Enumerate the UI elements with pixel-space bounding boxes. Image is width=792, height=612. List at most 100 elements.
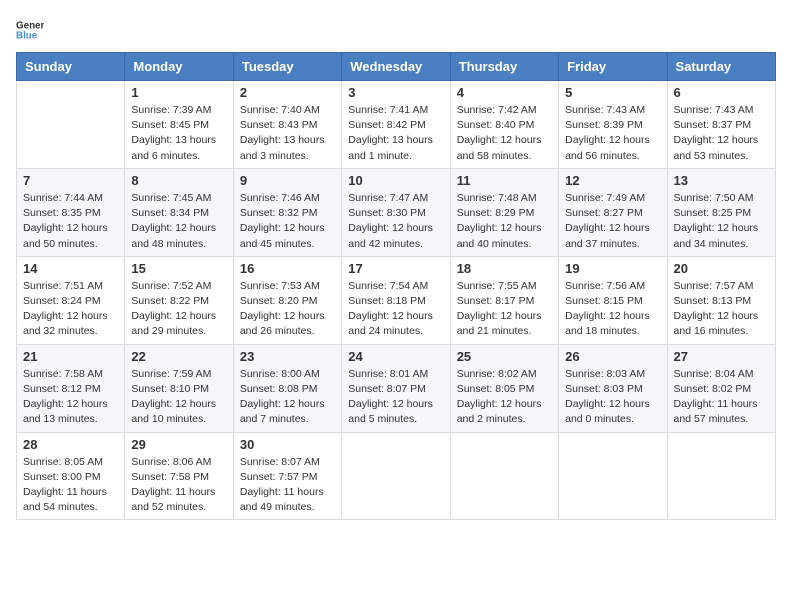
calendar-cell: 8 Sunrise: 7:45 AM Sunset: 8:34 PM Daylig… <box>125 168 233 256</box>
calendar-cell: 2 Sunrise: 7:40 AM Sunset: 8:43 PM Daylig… <box>233 81 341 169</box>
day-number: 15 <box>131 261 226 276</box>
day-number: 29 <box>131 437 226 452</box>
day-info: Sunrise: 7:46 AM Sunset: 8:32 PM Dayligh… <box>240 191 335 252</box>
calendar-cell: 24 Sunrise: 8:01 AM Sunset: 8:07 PM Dayli… <box>342 344 450 432</box>
day-info: Sunrise: 7:42 AM Sunset: 8:40 PM Dayligh… <box>457 103 552 164</box>
day-info: Sunrise: 7:45 AM Sunset: 8:34 PM Dayligh… <box>131 191 226 252</box>
header: General Blue <box>16 16 776 44</box>
day-number: 11 <box>457 173 552 188</box>
calendar-cell: 13 Sunrise: 7:50 AM Sunset: 8:25 PM Dayli… <box>667 168 775 256</box>
day-number: 24 <box>348 349 443 364</box>
calendar-week-row: 21Sunrise: 7:58 AM Sunset: 8:12 PM Dayli… <box>17 344 776 432</box>
calendar-cell: 26 Sunrise: 8:03 AM Sunset: 8:03 PM Dayli… <box>559 344 667 432</box>
calendar-cell: 9 Sunrise: 7:46 AM Sunset: 8:32 PM Daylig… <box>233 168 341 256</box>
day-of-week-header: Tuesday <box>233 53 341 81</box>
day-number: 25 <box>457 349 552 364</box>
calendar-cell: 11 Sunrise: 7:48 AM Sunset: 8:29 PM Dayli… <box>450 168 558 256</box>
day-number: 9 <box>240 173 335 188</box>
calendar-cell: 29 Sunrise: 8:06 AM Sunset: 7:58 PM Dayli… <box>125 432 233 520</box>
logo: General Blue <box>16 16 44 44</box>
day-info: Sunrise: 7:50 AM Sunset: 8:25 PM Dayligh… <box>674 191 769 252</box>
day-info: Sunrise: 7:59 AM Sunset: 8:10 PM Dayligh… <box>131 367 226 428</box>
day-info: Sunrise: 8:04 AM Sunset: 8:02 PM Dayligh… <box>674 367 769 428</box>
day-number: 28 <box>23 437 118 452</box>
day-info: Sunrise: 7:43 AM Sunset: 8:37 PM Dayligh… <box>674 103 769 164</box>
calendar: SundayMondayTuesdayWednesdayThursdayFrid… <box>16 52 776 520</box>
calendar-cell: 28 Sunrise: 8:05 AM Sunset: 8:00 PM Dayli… <box>17 432 125 520</box>
day-of-week-header: Thursday <box>450 53 558 81</box>
day-info: Sunrise: 7:39 AM Sunset: 8:45 PM Dayligh… <box>131 103 226 164</box>
calendar-week-row: 7 Sunrise: 7:44 AM Sunset: 8:35 PM Daylig… <box>17 168 776 256</box>
day-info: Sunrise: 7:40 AM Sunset: 8:43 PM Dayligh… <box>240 103 335 164</box>
day-info: Sunrise: 7:53 AM Sunset: 8:20 PM Dayligh… <box>240 279 335 340</box>
day-number: 27 <box>674 349 769 364</box>
calendar-cell: 10Sunrise: 7:47 AM Sunset: 8:30 PM Dayli… <box>342 168 450 256</box>
day-number: 23 <box>240 349 335 364</box>
calendar-week-row: 14Sunrise: 7:51 AM Sunset: 8:24 PM Dayli… <box>17 256 776 344</box>
calendar-cell: 6 Sunrise: 7:43 AM Sunset: 8:37 PM Daylig… <box>667 81 775 169</box>
day-info: Sunrise: 7:43 AM Sunset: 8:39 PM Dayligh… <box>565 103 660 164</box>
day-info: Sunrise: 7:55 AM Sunset: 8:17 PM Dayligh… <box>457 279 552 340</box>
calendar-cell: 14Sunrise: 7:51 AM Sunset: 8:24 PM Dayli… <box>17 256 125 344</box>
day-info: Sunrise: 8:03 AM Sunset: 8:03 PM Dayligh… <box>565 367 660 428</box>
day-info: Sunrise: 7:52 AM Sunset: 8:22 PM Dayligh… <box>131 279 226 340</box>
calendar-cell: 27 Sunrise: 8:04 AM Sunset: 8:02 PM Dayli… <box>667 344 775 432</box>
day-info: Sunrise: 7:51 AM Sunset: 8:24 PM Dayligh… <box>23 279 118 340</box>
day-number: 18 <box>457 261 552 276</box>
calendar-cell: 1 Sunrise: 7:39 AM Sunset: 8:45 PM Daylig… <box>125 81 233 169</box>
day-info: Sunrise: 7:44 AM Sunset: 8:35 PM Dayligh… <box>23 191 118 252</box>
day-number: 22 <box>131 349 226 364</box>
calendar-cell: 23 Sunrise: 8:00 AM Sunset: 8:08 PM Dayli… <box>233 344 341 432</box>
day-of-week-header: Monday <box>125 53 233 81</box>
day-info: Sunrise: 7:49 AM Sunset: 8:27 PM Dayligh… <box>565 191 660 252</box>
calendar-cell: 25 Sunrise: 8:02 AM Sunset: 8:05 PM Dayli… <box>450 344 558 432</box>
day-info: Sunrise: 7:57 AM Sunset: 8:13 PM Dayligh… <box>674 279 769 340</box>
day-info: Sunrise: 7:48 AM Sunset: 8:29 PM Dayligh… <box>457 191 552 252</box>
svg-text:Blue: Blue <box>16 30 38 41</box>
day-number: 1 <box>131 85 226 100</box>
calendar-week-row: 1 Sunrise: 7:39 AM Sunset: 8:45 PM Daylig… <box>17 81 776 169</box>
day-info: Sunrise: 7:47 AM Sunset: 8:30 PM Dayligh… <box>348 191 443 252</box>
calendar-cell: 15 Sunrise: 7:52 AM Sunset: 8:22 PM Dayli… <box>125 256 233 344</box>
day-number: 12 <box>565 173 660 188</box>
day-info: Sunrise: 8:06 AM Sunset: 7:58 PM Dayligh… <box>131 455 226 516</box>
day-number: 4 <box>457 85 552 100</box>
day-info: Sunrise: 8:01 AM Sunset: 8:07 PM Dayligh… <box>348 367 443 428</box>
calendar-cell: 7 Sunrise: 7:44 AM Sunset: 8:35 PM Daylig… <box>17 168 125 256</box>
day-info: Sunrise: 7:58 AM Sunset: 8:12 PM Dayligh… <box>23 367 118 428</box>
calendar-cell <box>450 432 558 520</box>
day-info: Sunrise: 8:02 AM Sunset: 8:05 PM Dayligh… <box>457 367 552 428</box>
day-info: Sunrise: 7:41 AM Sunset: 8:42 PM Dayligh… <box>348 103 443 164</box>
day-number: 2 <box>240 85 335 100</box>
logo-icon: General Blue <box>16 16 44 44</box>
calendar-cell: 20Sunrise: 7:57 AM Sunset: 8:13 PM Dayli… <box>667 256 775 344</box>
day-of-week-header: Friday <box>559 53 667 81</box>
calendar-cell <box>667 432 775 520</box>
day-number: 3 <box>348 85 443 100</box>
calendar-cell: 21Sunrise: 7:58 AM Sunset: 8:12 PM Dayli… <box>17 344 125 432</box>
day-number: 6 <box>674 85 769 100</box>
calendar-cell: 16 Sunrise: 7:53 AM Sunset: 8:20 PM Dayli… <box>233 256 341 344</box>
day-info: Sunrise: 7:56 AM Sunset: 8:15 PM Dayligh… <box>565 279 660 340</box>
day-number: 8 <box>131 173 226 188</box>
calendar-cell: 30Sunrise: 8:07 AM Sunset: 7:57 PM Dayli… <box>233 432 341 520</box>
calendar-cell <box>559 432 667 520</box>
day-info: Sunrise: 8:05 AM Sunset: 8:00 PM Dayligh… <box>23 455 118 516</box>
calendar-cell: 22 Sunrise: 7:59 AM Sunset: 8:10 PM Dayli… <box>125 344 233 432</box>
day-number: 13 <box>674 173 769 188</box>
calendar-cell: 17Sunrise: 7:54 AM Sunset: 8:18 PM Dayli… <box>342 256 450 344</box>
day-of-week-header: Saturday <box>667 53 775 81</box>
day-number: 17 <box>348 261 443 276</box>
day-number: 7 <box>23 173 118 188</box>
day-of-week-header: Wednesday <box>342 53 450 81</box>
day-info: Sunrise: 8:00 AM Sunset: 8:08 PM Dayligh… <box>240 367 335 428</box>
day-of-week-header: Sunday <box>17 53 125 81</box>
calendar-cell: 12 Sunrise: 7:49 AM Sunset: 8:27 PM Dayli… <box>559 168 667 256</box>
day-number: 19 <box>565 261 660 276</box>
calendar-week-row: 28 Sunrise: 8:05 AM Sunset: 8:00 PM Dayli… <box>17 432 776 520</box>
day-number: 5 <box>565 85 660 100</box>
day-number: 26 <box>565 349 660 364</box>
day-number: 16 <box>240 261 335 276</box>
calendar-cell: 4 Sunrise: 7:42 AM Sunset: 8:40 PM Daylig… <box>450 81 558 169</box>
calendar-header-row: SundayMondayTuesdayWednesdayThursdayFrid… <box>17 53 776 81</box>
